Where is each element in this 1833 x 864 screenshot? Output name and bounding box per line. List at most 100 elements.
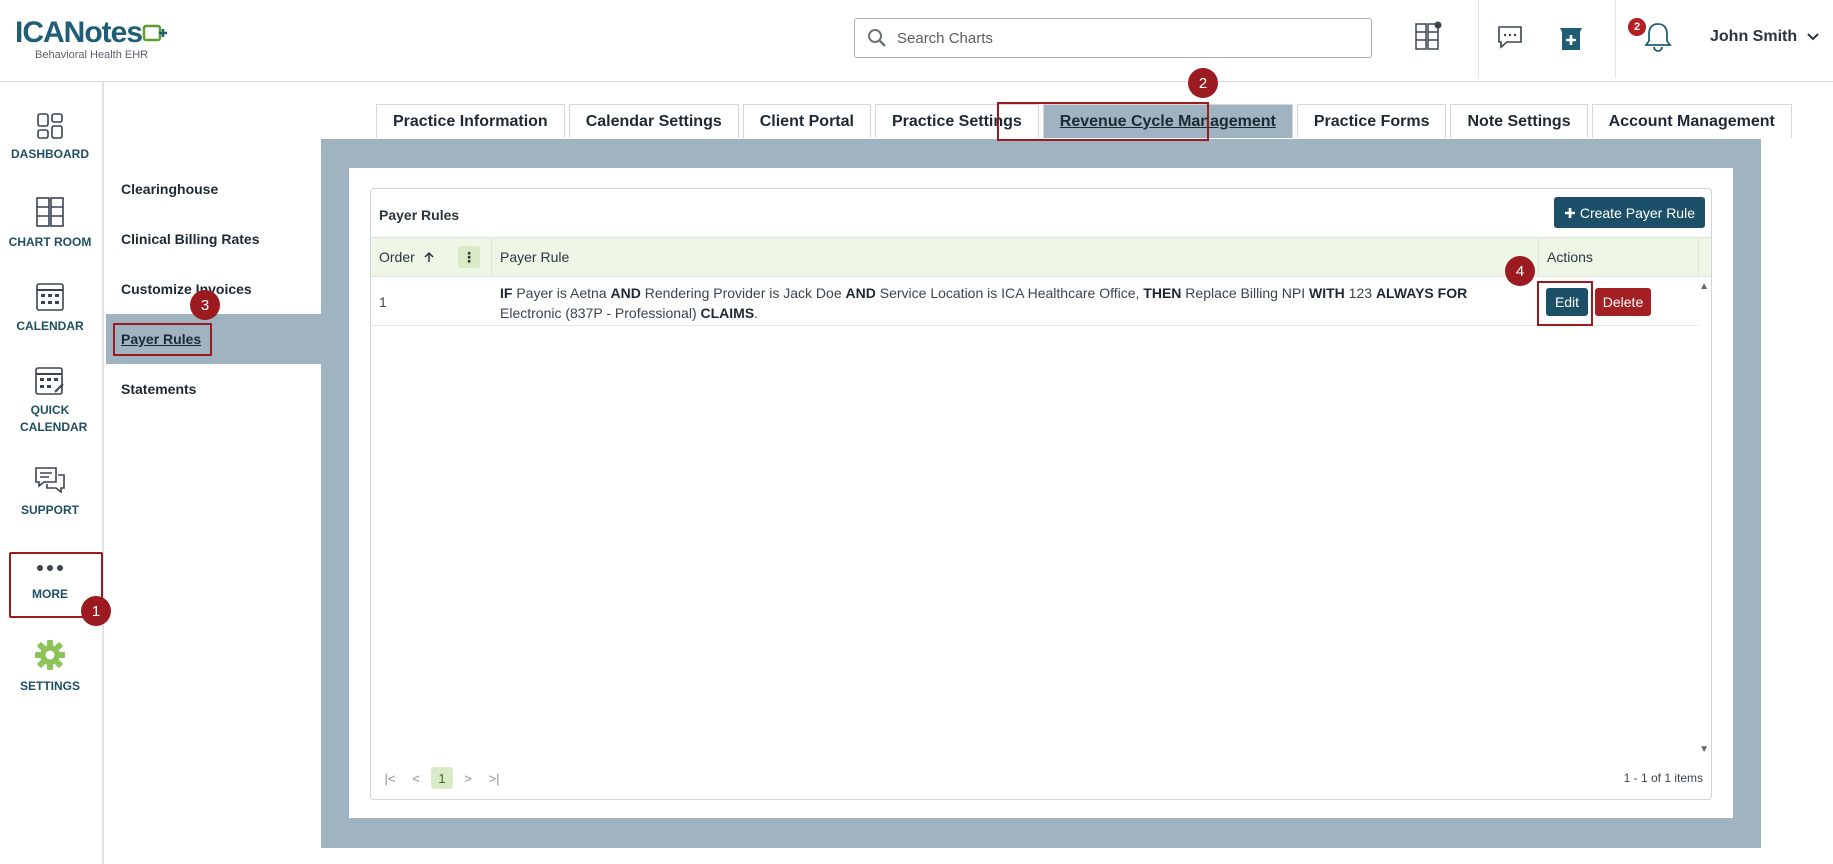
subnav-clinical-billing-rates[interactable]: Clinical Billing Rates (106, 214, 321, 264)
prescription-icon[interactable] (1555, 22, 1587, 54)
page-number-button[interactable]: 1 (431, 767, 453, 789)
column-header-label: Actions (1547, 249, 1593, 265)
rule-keyword: WITH (1309, 285, 1345, 301)
rule-text: 123 (1344, 285, 1376, 301)
previous-page-icon[interactable]: < (405, 767, 427, 789)
logo-text: ICANotes (15, 16, 143, 49)
edit-highlight-box (1537, 281, 1593, 326)
rule-text: Replace Billing NPI (1181, 285, 1310, 301)
subnav-clearinghouse[interactable]: Clearinghouse (106, 164, 321, 214)
rule-text: . (754, 305, 759, 321)
tab-label: Client Portal (759, 112, 854, 130)
subnav-label: Customize Invoices (121, 281, 252, 297)
step-marker-1: 1 (81, 596, 111, 626)
rule-keyword: ALWAYS FOR (1375, 285, 1468, 301)
row-order: 1 (379, 294, 387, 310)
rule-keyword: AND (610, 285, 641, 301)
rule-text: Service Location is ICA Healthcare Offic… (875, 285, 1144, 301)
scroll-up-arrow-icon[interactable]: ▲ (1699, 281, 1709, 292)
nav-support[interactable]: SUPPORT (0, 466, 100, 519)
tab-note-settings[interactable]: Note Settings (1450, 104, 1588, 138)
subnav-label: Statements (121, 381, 197, 397)
tab-label: Account Management (1608, 112, 1775, 130)
rule-keyword: THEN (1143, 285, 1182, 301)
logo-subtitle: Behavioral Health EHR (35, 49, 149, 61)
search-icon (868, 29, 886, 47)
nav-label: DASHBOARD (11, 147, 89, 161)
chart-cabinet-icon[interactable] (1412, 20, 1444, 52)
chart-room-icon (36, 197, 64, 227)
search-charts-box[interactable] (854, 18, 1372, 58)
column-menu-icon[interactable]: ⋮ (458, 246, 480, 268)
tab-label: Practice Forms (1313, 112, 1430, 130)
quick-calendar-icon (35, 367, 64, 395)
pager-info: 1 - 1 of 1 items (1623, 771, 1703, 785)
nav-quick-calendar[interactable]: QUICK CALENDAR (0, 364, 100, 436)
rcm-tab-highlight-box (997, 102, 1209, 141)
grid-title: Payer Rules (379, 207, 460, 223)
top-header: ICANotes Behavioral Health EHR 2 John Sm… (0, 0, 1833, 82)
nav-label: CALENDAR (16, 319, 84, 333)
tab-account-management[interactable]: Account Management (1591, 104, 1792, 138)
rule-keyword: AND (845, 285, 876, 301)
column-payer-rule[interactable]: Payer Rule (492, 238, 1539, 276)
tab-practice-forms[interactable]: Practice Forms (1296, 104, 1447, 138)
left-navigation: DASHBOARD CHART ROOM CALENDAR QUICK CALE… (0, 82, 104, 864)
header-divider (1478, 0, 1479, 78)
settings-subnav: Clearinghouse Clinical Billing Rates Cus… (106, 164, 321, 414)
notification-count-badge: 2 (1628, 18, 1646, 36)
user-menu[interactable]: John Smith (1710, 28, 1819, 46)
last-page-icon[interactable]: >| (483, 767, 505, 789)
nav-label: CHART ROOM (8, 235, 92, 249)
step-marker-4: 4 (1505, 256, 1535, 286)
messages-icon[interactable] (1495, 22, 1525, 52)
support-icon (35, 467, 65, 494)
tab-label: Calendar Settings (585, 112, 722, 130)
pagination: |< < 1 > >| (379, 767, 505, 789)
subnav-label: Clearinghouse (121, 181, 219, 197)
next-page-icon[interactable]: > (457, 767, 479, 789)
row-payer-rule: IF Payer is Aetna AND Rendering Provider… (500, 283, 1520, 323)
payer-rules-highlight-box (113, 323, 212, 356)
table-row: 1 IF Payer is Aetna AND Rendering Provid… (371, 278, 1699, 326)
step-marker-3: 3 (190, 290, 220, 320)
plus-icon (1564, 207, 1575, 218)
settings-gear-icon (35, 640, 65, 670)
column-header-label: Order (379, 249, 415, 265)
nav-label: SETTINGS (19, 679, 80, 693)
tab-practice-information[interactable]: Practice Information (376, 104, 565, 138)
delete-button[interactable]: Delete (1595, 288, 1651, 316)
create-button-label: Create Payer Rule (1579, 204, 1695, 221)
rule-text: Rendering Provider is Jack Doe (640, 285, 846, 301)
chevron-down-icon (1807, 33, 1819, 41)
nav-dashboard[interactable]: DASHBOARD (0, 112, 100, 163)
subnav-label: Clinical Billing Rates (121, 231, 260, 247)
search-input[interactable] (897, 29, 1337, 47)
tab-label: Note Settings (1467, 112, 1571, 130)
column-order[interactable]: Order ⋮ (371, 238, 492, 276)
rule-text: Electronic (837P - Professional) (500, 305, 701, 321)
create-payer-rule-button[interactable]: Create Payer Rule (1553, 197, 1705, 228)
nav-label: QUICK CALENDAR (20, 403, 88, 434)
scroll-down-arrow-icon[interactable]: ▼ (1699, 744, 1709, 755)
tab-calendar-settings[interactable]: Calendar Settings (568, 104, 739, 138)
first-page-icon[interactable]: |< (379, 767, 401, 789)
tab-label: Practice Information (393, 112, 548, 130)
step-marker-2: 2 (1188, 68, 1218, 98)
subnav-statements[interactable]: Statements (106, 364, 321, 414)
nav-chart-room[interactable]: CHART ROOM (0, 196, 100, 251)
header-divider (1615, 0, 1616, 78)
nav-label: SUPPORT (20, 503, 79, 517)
tab-client-portal[interactable]: Client Portal (742, 104, 871, 138)
rule-text: Payer is Aetna (512, 285, 611, 301)
column-actions: Actions (1539, 238, 1699, 276)
dashboard-icon (37, 113, 63, 139)
column-header-label: Payer Rule (500, 249, 570, 265)
rule-keyword: CLAIMS (700, 305, 755, 321)
user-name: John Smith (1710, 28, 1798, 45)
nav-settings[interactable]: SETTINGS (0, 638, 100, 695)
sort-ascending-icon (424, 251, 434, 262)
logo-plus-icon (142, 24, 168, 42)
icanotes-logo[interactable]: ICANotes Behavioral Health EHR (15, 18, 168, 61)
nav-calendar[interactable]: CALENDAR (0, 280, 100, 335)
